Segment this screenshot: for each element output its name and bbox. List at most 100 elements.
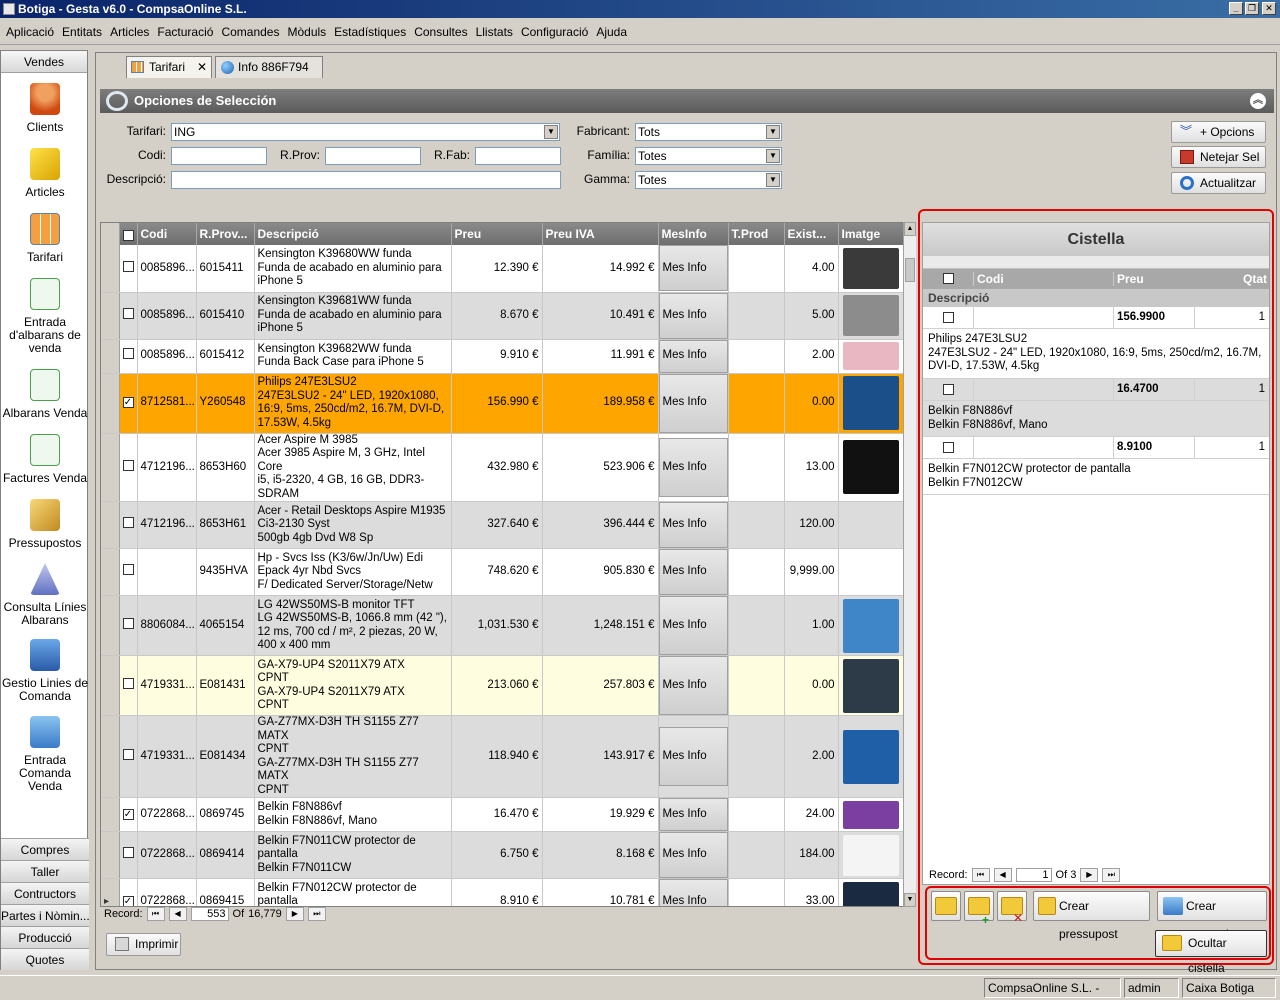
minimize-button[interactable]: _ [1229,2,1243,15]
cell-mesinfo[interactable]: Mes Info [658,433,729,502]
nav-partes-nomina[interactable]: Partes i Nòmin... [1,904,89,926]
scroll-thumb[interactable] [905,258,915,282]
cell-mesinfo[interactable]: Mes Info [658,339,729,374]
cistella-item-checkbox[interactable] [943,312,954,323]
print-button[interactable]: Imprimir [106,933,181,956]
codi-input[interactable] [171,147,267,165]
restore-button[interactable]: ❐ [1245,2,1259,15]
row-checkbox[interactable] [119,245,138,293]
row-indicator[interactable] [101,501,120,549]
mes-info-button[interactable]: Mes Info [658,437,727,497]
nav-item-entrada-albarans[interactable]: Entrada d'albarans de venda [1,278,89,355]
row-indicator[interactable] [101,373,120,434]
nav-item-entrada-comanda[interactable]: Entrada Comanda Venda [1,716,89,793]
cistella-col-preu[interactable]: Preu [1113,272,1193,286]
row-checkbox[interactable] [119,655,138,716]
row-indicator[interactable] [101,797,120,832]
cell-mesinfo[interactable]: Mes Info [658,655,729,716]
rprov-input[interactable] [325,147,421,165]
row-indicator[interactable] [101,548,120,596]
tab-info[interactable]: Info 886F794 [215,56,323,78]
menu-entitats[interactable]: Entitats [58,25,106,39]
col-rprov[interactable]: R.Prov... [196,223,255,245]
mes-info-button[interactable]: Mes Info [658,292,727,338]
row-indicator[interactable] [101,595,120,656]
table-row[interactable]: ✓ 0722868... 0869745 Belkin F8N886vf Belkin… [101,797,904,832]
create-order-button[interactable]: Crear comanda [1157,891,1267,941]
row-checkbox[interactable] [119,339,138,374]
cistella-item-checkbox[interactable] [943,384,954,395]
row-checkbox[interactable] [119,715,138,798]
mes-info-button[interactable]: Mes Info [658,549,727,595]
table-row[interactable]: 4719331... E081434 GA-Z77MX-D3H TH S1155 Z… [101,715,904,798]
cell-mesinfo[interactable]: Mes Info [658,501,729,549]
chevron-down-icon[interactable]: ▼ [544,125,558,139]
nav-item-albarans-venda[interactable]: Albarans Venda [1,369,89,420]
cell-mesinfo[interactable]: Mes Info [658,595,729,656]
row-indicator[interactable] [101,655,120,716]
row-checkbox[interactable]: ✓ [119,373,138,434]
nav-item-clients[interactable]: Clients [1,83,89,134]
cistella-item-row[interactable]: 156.9900 1 [923,307,1269,329]
cell-mesinfo[interactable]: Mes Info [658,878,729,906]
fabricant-select[interactable]: Tots ▼ [635,123,782,141]
create-budget-button[interactable]: Crear pressupost [1033,891,1150,941]
menu-consultes[interactable]: Consultes [410,25,471,39]
row-checkbox[interactable] [119,292,138,340]
cell-mesinfo[interactable]: Mes Info [658,831,729,879]
col-descripcio[interactable]: Descripció [254,223,452,245]
first-record-button[interactable]: ⏮ [146,907,165,921]
mes-info-button[interactable]: Mes Info [658,596,727,655]
cistella-record-input[interactable]: 1 [1015,868,1052,882]
row-checkbox[interactable]: ✓ [119,797,138,832]
menu-estadistiques[interactable]: Estadístiques [330,25,410,39]
next-record-button[interactable]: ▶ [1080,868,1099,882]
delete-folder-button[interactable]: ✕ [997,891,1027,925]
table-row[interactable]: 0085896... 6015412 Kensington K39682WW fun… [101,339,904,374]
cell-mesinfo[interactable]: Mes Info [658,292,729,340]
row-checkbox[interactable] [119,433,138,502]
row-indicator[interactable] [101,339,120,374]
nav-item-consulta-linies[interactable]: Consulta Línies Albarans [1,563,89,627]
open-folder-button[interactable] [931,891,961,921]
more-options-button[interactable]: ︾ + Opcions [1171,121,1266,143]
nav-item-articles[interactable]: Articles [1,148,89,199]
cell-mesinfo[interactable]: Mes Info [658,548,729,596]
table-row[interactable]: 0085896... 6015411 Kensington K39680WW fun… [101,245,904,293]
table-row[interactable]: 4712196... 8653H60 Acer Aspire M 3985 Acer… [101,433,904,502]
nav-contructors[interactable]: Contructors [1,882,89,904]
select-all-checkbox[interactable]: ✓ [119,223,138,245]
row-indicator[interactable] [101,292,120,340]
row-indicator[interactable] [101,715,120,798]
chevron-down-icon[interactable]: ▼ [766,125,780,139]
nav-header-vendes[interactable]: Vendes [1,51,87,73]
row-checkbox[interactable]: ✓ [119,878,138,906]
table-row[interactable]: 4719331... E081431 GA-X79-UP4 S2011X79 ATX… [101,655,904,716]
mes-info-button[interactable]: Mes Info [658,656,727,715]
rfab-input[interactable] [475,147,561,165]
collapse-icon[interactable]: ︽ [1250,93,1266,109]
table-row[interactable]: 8806084... 4065154 LG 42WS50MS-B monitor T… [101,595,904,656]
hide-cistella-button[interactable]: Ocultar cistella [1155,930,1267,975]
nav-quotes[interactable]: Quotes [1,948,89,970]
mes-info-button[interactable]: Mes Info [658,245,727,291]
row-checkbox[interactable] [119,831,138,879]
row-checkbox[interactable] [119,548,138,596]
table-row[interactable]: 9435HVA Hp - Svcs Iss (K3/6w/Jn/Uw) Edi E… [101,548,904,596]
col-preu[interactable]: Preu [451,223,543,245]
mes-info-button[interactable]: Mes Info [658,373,727,432]
refresh-button[interactable]: Actualitzar [1171,172,1266,194]
table-row[interactable]: 0722868... 0869414 Belkin F7N011CW protect… [101,831,904,879]
menu-llistats[interactable]: Llistats [472,25,517,39]
table-row[interactable]: 4712196... 8653H61 Acer - Retail Desktops … [101,501,904,549]
nav-item-factures-venda[interactable]: Factures Venda [1,434,89,485]
cistella-col-qtat[interactable]: Qtat [1243,272,1267,286]
menu-ajuda[interactable]: Ajuda [592,25,631,39]
mes-info-button[interactable]: Mes Info [658,339,727,372]
chevron-down-icon[interactable]: ▼ [766,149,780,163]
cistella-select-all[interactable] [943,273,954,284]
table-row[interactable]: ✓ 8712581... Y260548 Philips 247E3LSU2 247E… [101,373,904,434]
tarifari-select[interactable]: ING ▼ [171,123,560,141]
first-record-button[interactable]: ⏮ [971,868,990,882]
last-record-button[interactable]: ⏭ [1102,868,1121,882]
